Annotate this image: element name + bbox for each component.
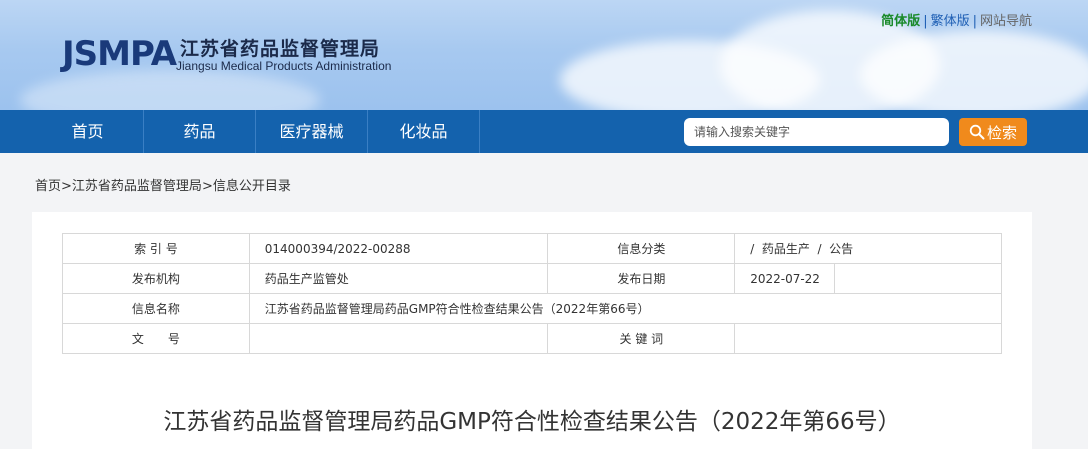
name-value: 江苏省药品监督管理局药品GMP符合性检查结果公告（2022年第66号） <box>248 293 1003 324</box>
site-logo-english: Jiangsu Medical Products Administration <box>176 59 392 73</box>
sitemap-link[interactable]: 网站导航 <box>980 14 1032 29</box>
nav-item-cosmetics[interactable]: 化妆品 <box>368 110 480 153</box>
category-value: / 药品生产 / 公告 <box>734 233 1002 264</box>
nav-item-drugs[interactable]: 药品 <box>144 110 256 153</box>
table-row: 发布机构 药品生产监管处 发布日期 2022-07-22 <box>62 263 1002 294</box>
table-row: 文 号 关 键 词 <box>62 323 1002 354</box>
empty-cell <box>834 263 1002 294</box>
doc-number-label: 文 号 <box>62 323 250 354</box>
doc-number-value <box>248 323 549 354</box>
breadcrumb-catalog[interactable]: 信息公开目录 <box>213 179 291 194</box>
name-label: 信息名称 <box>62 293 250 324</box>
search-icon <box>969 124 985 140</box>
article-title: 江苏省药品监督管理局药品GMP符合性检查结果公告（2022年第66号） <box>163 409 901 435</box>
keywords-value <box>734 323 1002 354</box>
simplified-link[interactable]: 简体版 <box>881 14 920 29</box>
breadcrumb-separator: > <box>61 179 72 194</box>
table-row: 信息名称 江苏省药品监督管理局药品GMP符合性检查结果公告（2022年第66号） <box>62 293 1003 324</box>
breadcrumb-home[interactable]: 首页 <box>35 179 61 194</box>
category-label: 信息分类 <box>547 233 736 264</box>
content-panel: 索 引 号 014000394/2022-00288 信息分类 / 药品生产 /… <box>32 212 1032 449</box>
date-value: 2022-07-22 <box>734 263 836 294</box>
nav-item-home[interactable]: 首页 <box>32 110 144 153</box>
site-logo-abbr[interactable]: JSMPA <box>62 34 177 74</box>
table-row: 索 引 号 014000394/2022-00288 信息分类 / 药品生产 /… <box>62 233 1002 264</box>
breadcrumb-bureau[interactable]: 江苏省药品监督管理局 <box>72 179 202 194</box>
header-banner: JSMPA 江苏省药品监督管理局 Jiangsu Medical Product… <box>0 0 1088 110</box>
search-button[interactable]: 检索 <box>959 118 1027 146</box>
link-separator: | <box>923 14 928 29</box>
date-label: 发布日期 <box>547 263 736 294</box>
top-links: 简体版 | 繁体版 | 网站导航 <box>881 10 1032 29</box>
main-nav: 首页 药品 医疗器械 化妆品 检索 <box>0 110 1088 153</box>
publisher-label: 发布机构 <box>62 263 250 294</box>
breadcrumb: 首页>江苏省药品监督管理局>信息公开目录 <box>35 175 291 194</box>
search-button-label: 检索 <box>986 123 1017 142</box>
keywords-label: 关 键 词 <box>547 323 736 354</box>
index-value: 014000394/2022-00288 <box>248 233 549 264</box>
nav-item-devices[interactable]: 医疗器械 <box>256 110 368 153</box>
index-label: 索 引 号 <box>62 233 250 264</box>
link-separator: | <box>972 14 977 29</box>
publisher-value: 药品生产监管处 <box>248 263 549 294</box>
traditional-link[interactable]: 繁体版 <box>931 14 970 29</box>
search-input[interactable] <box>684 118 949 146</box>
cloud-decoration <box>20 70 320 110</box>
info-metadata-table: 索 引 号 014000394/2022-00288 信息分类 / 药品生产 /… <box>62 233 1003 354</box>
breadcrumb-separator: > <box>201 179 213 194</box>
site-logo-name[interactable]: 江苏省药品监督管理局 <box>180 34 380 61</box>
